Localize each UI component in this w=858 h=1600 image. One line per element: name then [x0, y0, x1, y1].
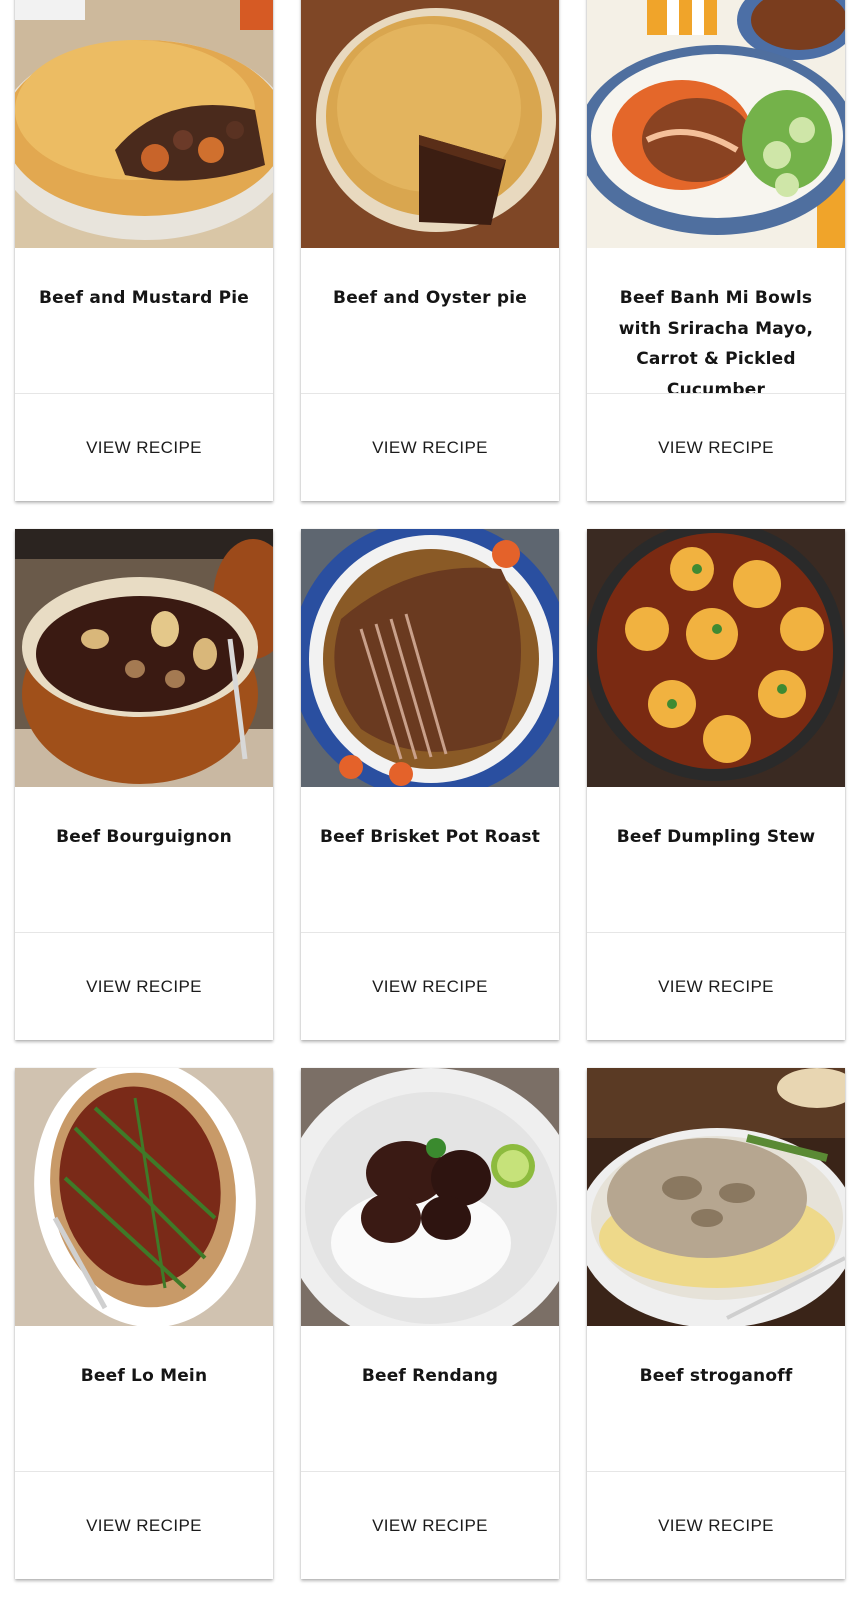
recipe-title: Beef Brisket Pot Roast	[301, 787, 559, 933]
recipe-title: Beef Rendang	[301, 1326, 559, 1472]
recipe-card: Beef Dumpling Stew VIEW RECIPE	[587, 529, 845, 1040]
recipe-image[interactable]	[301, 1068, 559, 1326]
recipe-title: Beef and Oyster pie	[301, 248, 559, 394]
recipe-grid: Beef and Mustard Pie VIEW RECIPE Beef an…	[15, 0, 845, 1579]
view-recipe-button[interactable]: VIEW RECIPE	[15, 394, 273, 501]
view-recipe-button[interactable]: VIEW RECIPE	[15, 933, 273, 1040]
recipe-image[interactable]	[587, 529, 845, 787]
recipe-card: Beef and Oyster pie VIEW RECIPE	[301, 0, 559, 501]
recipe-image[interactable]	[15, 529, 273, 787]
recipe-image[interactable]	[15, 0, 273, 248]
recipe-title: Beef Bourguignon	[15, 787, 273, 933]
recipe-title: Beef and Mustard Pie	[15, 248, 273, 394]
recipe-title: Beef Banh Mi Bowls with Sriracha Mayo, C…	[587, 248, 845, 394]
recipe-title: Beef Lo Mein	[15, 1326, 273, 1472]
view-recipe-button[interactable]: VIEW RECIPE	[301, 933, 559, 1040]
recipe-image[interactable]	[587, 1068, 845, 1326]
recipe-card: Beef Brisket Pot Roast VIEW RECIPE	[301, 529, 559, 1040]
recipe-card: Beef stroganoff VIEW RECIPE	[587, 1068, 845, 1579]
recipe-card: Beef Rendang VIEW RECIPE	[301, 1068, 559, 1579]
view-recipe-button[interactable]: VIEW RECIPE	[301, 394, 559, 501]
view-recipe-button[interactable]: VIEW RECIPE	[587, 933, 845, 1040]
view-recipe-button[interactable]: VIEW RECIPE	[15, 1472, 273, 1579]
recipe-image[interactable]	[301, 529, 559, 787]
view-recipe-button[interactable]: VIEW RECIPE	[301, 1472, 559, 1579]
recipe-card: Beef Lo Mein VIEW RECIPE	[15, 1068, 273, 1579]
recipe-image[interactable]	[301, 0, 559, 248]
recipe-image[interactable]	[587, 0, 845, 248]
recipe-title: Beef stroganoff	[587, 1326, 845, 1472]
view-recipe-button[interactable]: VIEW RECIPE	[587, 1472, 845, 1579]
recipe-card: Beef Bourguignon VIEW RECIPE	[15, 529, 273, 1040]
view-recipe-button[interactable]: VIEW RECIPE	[587, 394, 845, 501]
recipe-image[interactable]	[15, 1068, 273, 1326]
recipe-card: Beef Banh Mi Bowls with Sriracha Mayo, C…	[587, 0, 845, 501]
recipe-card: Beef and Mustard Pie VIEW RECIPE	[15, 0, 273, 501]
recipe-title: Beef Dumpling Stew	[587, 787, 845, 933]
